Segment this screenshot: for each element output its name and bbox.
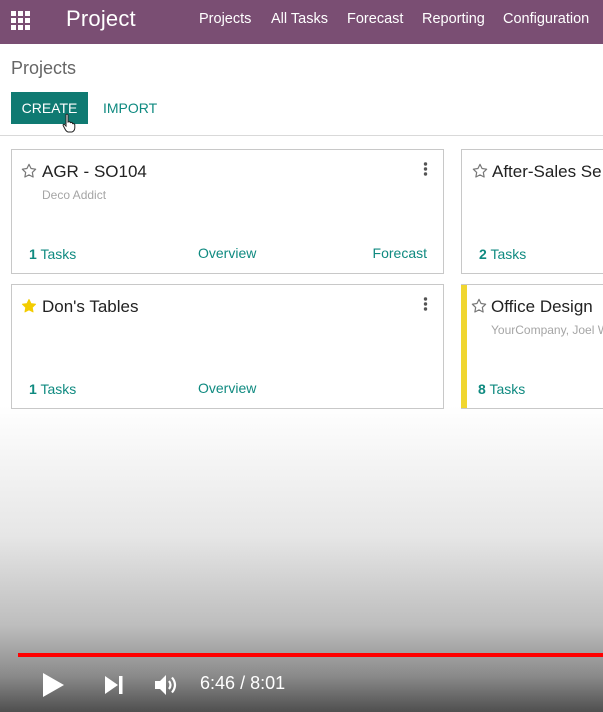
- color-tag: [461, 285, 467, 408]
- kebab-menu-icon[interactable]: [423, 297, 428, 311]
- star-outline-icon[interactable]: [471, 298, 487, 314]
- project-title[interactable]: Office Design: [491, 297, 593, 317]
- tasks-label: Tasks: [489, 381, 526, 397]
- time-separator: /: [240, 673, 246, 693]
- star-outline-icon[interactable]: [21, 163, 37, 179]
- overview-link[interactable]: Overview: [198, 245, 256, 261]
- kanban-view: AGR - SO104 Deco Addict 1 Tasks Overview…: [0, 136, 603, 712]
- task-count: 1: [29, 246, 37, 262]
- tasks-link[interactable]: 1 Tasks: [29, 381, 76, 397]
- project-title[interactable]: Don's Tables: [42, 297, 139, 317]
- tasks-label: Tasks: [40, 246, 77, 262]
- task-count: 1: [29, 381, 37, 397]
- current-time: 6:46: [200, 673, 236, 693]
- overview-link[interactable]: Overview: [198, 380, 256, 396]
- duration: 8:01: [250, 673, 286, 693]
- skip-next-icon[interactable]: [103, 674, 125, 696]
- play-icon[interactable]: [40, 672, 66, 698]
- tasks-link[interactable]: 8 Tasks: [478, 381, 525, 397]
- tasks-label: Tasks: [490, 246, 527, 262]
- project-card-agr-so104[interactable]: AGR - SO104 Deco Addict 1 Tasks Overview…: [11, 149, 444, 274]
- project-card-dons-tables[interactable]: Don's Tables 1 Tasks Overview: [11, 284, 444, 409]
- import-button[interactable]: IMPORT: [98, 92, 162, 124]
- project-title[interactable]: After-Sales Se: [492, 162, 602, 182]
- task-count: 2: [479, 246, 487, 262]
- pointer-cursor-icon: [62, 113, 76, 133]
- tasks-label: Tasks: [40, 381, 77, 397]
- video-progress-bar[interactable]: [18, 653, 603, 657]
- breadcrumb: Projects: [11, 58, 77, 78]
- apps-grid-icon[interactable]: [11, 11, 31, 31]
- menu-configuration[interactable]: Configuration: [503, 11, 589, 27]
- project-card-office-design[interactable]: Office Design YourCompany, Joel W 8 Task…: [461, 284, 603, 409]
- project-title[interactable]: AGR - SO104: [42, 162, 147, 182]
- menu-projects[interactable]: Projects: [199, 11, 251, 27]
- project-customer: YourCompany, Joel W: [491, 323, 603, 337]
- top-navbar: Project Projects All Tasks Forecast Repo…: [0, 0, 603, 44]
- menu-reporting[interactable]: Reporting: [422, 11, 485, 27]
- task-count: 8: [478, 381, 486, 397]
- menu-forecast[interactable]: Forecast: [347, 11, 403, 27]
- project-customer: Deco Addict: [42, 188, 107, 202]
- project-card-after-sales[interactable]: After-Sales Se 2 Tasks: [461, 149, 603, 274]
- volume-icon[interactable]: [154, 673, 180, 697]
- star-outline-icon[interactable]: [472, 163, 488, 179]
- star-filled-icon[interactable]: [21, 298, 37, 314]
- kebab-menu-icon[interactable]: [423, 162, 428, 176]
- menu-all-tasks[interactable]: All Tasks: [271, 11, 328, 27]
- forecast-link[interactable]: Forecast: [373, 245, 427, 261]
- create-button[interactable]: CREATE: [11, 92, 88, 124]
- tasks-link[interactable]: 1 Tasks: [29, 246, 76, 262]
- tasks-link[interactable]: 2 Tasks: [479, 246, 526, 262]
- video-time: 6:46 / 8:01: [200, 673, 285, 694]
- app-title[interactable]: Project: [66, 6, 136, 32]
